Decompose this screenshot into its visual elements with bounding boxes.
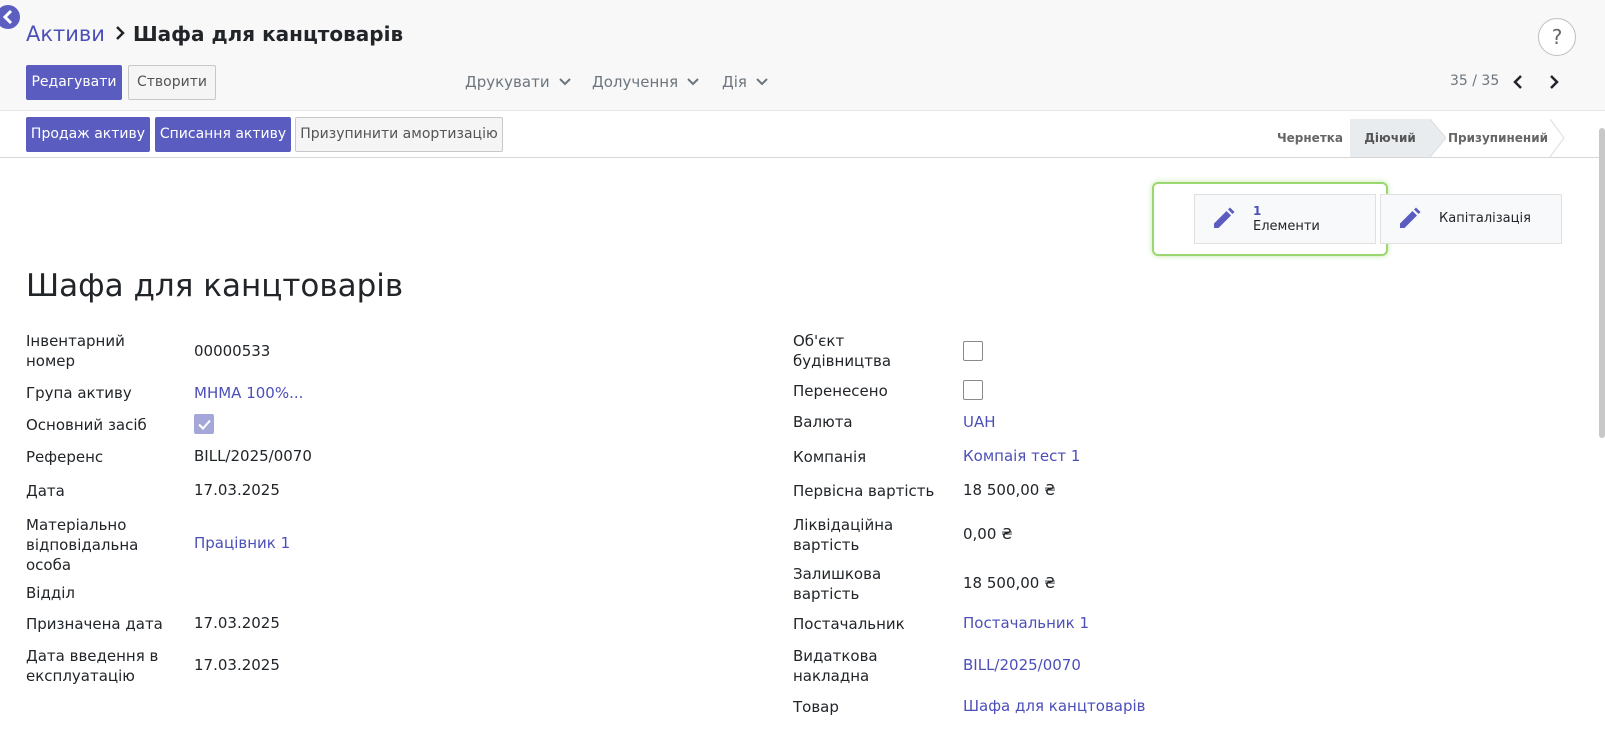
commission-date-value[interactable]: 17.03.2025 [194, 655, 280, 675]
chevron-down-icon [558, 78, 571, 86]
dispose-asset-button[interactable]: Списання активу [155, 117, 291, 152]
fixed-asset-label: Основний засіб [26, 416, 147, 434]
inventory-number-label: Інвентарний номер [26, 332, 125, 370]
responsible-label: Матеріально відповідальна особа [26, 516, 139, 574]
construction-checkbox[interactable] [963, 341, 983, 361]
help-icon: ? [1551, 25, 1563, 49]
asset-group-label: Група активу [26, 384, 132, 402]
breadcrumb-parent-link[interactable]: Активи [26, 22, 105, 46]
breadcrumb-chevron-icon [115, 22, 125, 46]
residual-value[interactable]: 18 500,00 ₴ [963, 573, 1056, 593]
invoice-link[interactable]: BILL/2025/0070 [963, 655, 1081, 675]
attachments-menu-label: Долучення [592, 73, 679, 91]
action-menu-label: Дія [722, 73, 747, 91]
pager-value: 35 / 35 [1450, 73, 1500, 89]
pencil-icon [1400, 207, 1421, 228]
control-panel: Активи Шафа для канцтоварів ? Редагувати… [0, 0, 1605, 110]
breadcrumb: Активи Шафа для канцтоварів [26, 22, 403, 46]
stage-separator [1550, 119, 1565, 157]
capitalization-label: Капіталізація [1439, 211, 1531, 226]
items-count: 1 [1253, 204, 1262, 218]
salvage-value[interactable]: 0,00 ₴ [963, 524, 1013, 544]
residual-value-label: Залишкова вартість [793, 565, 882, 603]
inventory-number-value[interactable]: 00000533 [194, 341, 270, 361]
help-button[interactable]: ? [1538, 18, 1576, 56]
reference-value[interactable]: BILL/2025/0070 [194, 446, 312, 466]
product-link[interactable]: Шафа для канцтоварів [963, 696, 1146, 716]
edit-button[interactable]: Редагувати [26, 65, 122, 100]
currency-label: Валюта [793, 413, 853, 431]
print-menu[interactable]: Друкувати [465, 73, 572, 91]
original-value[interactable]: 18 500,00 ₴ [963, 480, 1056, 500]
chevron-right-icon [1550, 75, 1559, 89]
action-menu[interactable]: Дія [722, 73, 769, 91]
checkmark-icon [198, 419, 211, 430]
stage-paused[interactable]: Призупинений [1446, 119, 1550, 157]
items-label: Елементи [1253, 219, 1320, 234]
pager-previous-button[interactable] [1512, 74, 1524, 94]
breadcrumb-current: Шафа для канцтоварів [132, 22, 404, 46]
department-label: Відділ [26, 584, 75, 602]
company-link[interactable]: Компаія тест 1 [963, 446, 1080, 466]
sell-asset-button[interactable]: Продаж активу [26, 117, 150, 152]
responsible-link[interactable]: Працівник 1 [194, 533, 290, 553]
original-value-label: Первісна вартість [793, 482, 935, 500]
fixed-asset-checkbox[interactable] [194, 414, 214, 434]
vendor-label: Постачальник [793, 615, 905, 633]
pager-next-button[interactable] [1548, 74, 1560, 94]
date-value[interactable]: 17.03.2025 [194, 480, 280, 500]
record-title: Шафа для канцтоварів [26, 268, 404, 304]
stage-draft[interactable]: Чернетка [1270, 119, 1350, 157]
vendor-link[interactable]: Постачальник 1 [963, 613, 1089, 633]
assigned-date-value[interactable]: 17.03.2025 [194, 613, 280, 633]
assigned-date-label: Призначена дата [26, 615, 163, 633]
attachments-menu[interactable]: Долучення [592, 73, 700, 91]
scrollbar[interactable] [1599, 128, 1605, 438]
construction-label: Об'єкт будівництва [793, 332, 892, 370]
asset-group-link[interactable]: МНМА 100%... [194, 383, 303, 403]
capitalization-smart-button[interactable]: Капіталізація [1380, 194, 1562, 244]
transferred-checkbox[interactable] [963, 380, 983, 400]
chevron-down-icon [756, 78, 768, 86]
commission-date-label: Дата введення в експлуатацію [26, 647, 159, 685]
back-arrow-icon[interactable] [0, 5, 20, 29]
product-label: Товар [793, 698, 839, 716]
stage-separator [1430, 119, 1446, 157]
create-button[interactable]: Створити [128, 65, 216, 100]
transferred-label: Перенесено [793, 382, 888, 400]
pencil-icon [1214, 207, 1235, 228]
stage-running[interactable]: Діючий [1350, 119, 1430, 157]
reference-label: Референс [26, 448, 104, 466]
invoice-label: Видаткова накладна [793, 647, 878, 685]
items-smart-button[interactable]: 1 Елементи [1194, 194, 1376, 244]
chevron-down-icon [687, 78, 699, 86]
date-label: Дата [26, 482, 65, 500]
chevron-left-icon [1513, 75, 1522, 89]
company-label: Компанія [793, 448, 867, 466]
salvage-value-label: Ліквідаційна вартість [793, 516, 894, 554]
pause-depreciation-button[interactable]: Призупинити амортизацію [295, 117, 503, 152]
statusbar: Продаж активу Списання активу Призупинит… [0, 110, 1605, 158]
currency-link[interactable]: UAH [963, 412, 996, 432]
print-menu-label: Друкувати [465, 73, 550, 91]
